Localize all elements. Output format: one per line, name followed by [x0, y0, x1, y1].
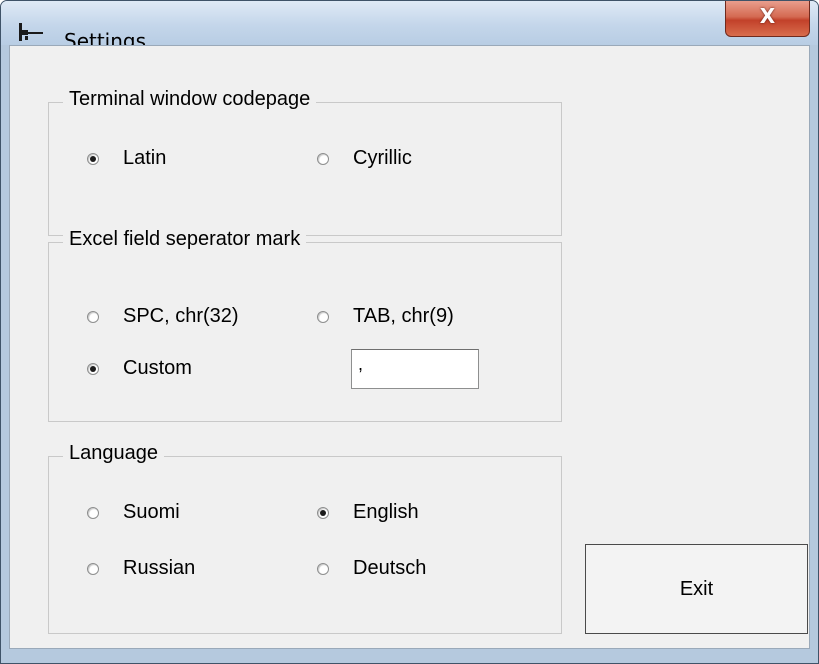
radio-russian-label[interactable]: Russian	[123, 557, 195, 580]
app-icon	[19, 23, 45, 43]
language-group: Language Suomi English Russian Deutsch	[48, 442, 562, 634]
radio-cyrillic-label[interactable]: Cyrillic	[353, 147, 412, 170]
radio-tab-label[interactable]: TAB, chr(9)	[353, 305, 454, 328]
radio-deutsch-indicator[interactable]	[317, 562, 329, 575]
radio-suomi-indicator[interactable]	[87, 506, 99, 519]
radio-deutsch-label[interactable]: Deutsch	[353, 557, 426, 580]
radio-russian[interactable]: Russian	[87, 557, 195, 580]
radio-english-indicator[interactable]	[317, 506, 329, 519]
close-icon: X	[759, 4, 776, 28]
radio-english[interactable]: English	[317, 501, 419, 524]
radio-tab[interactable]: TAB, chr(9)	[317, 305, 454, 328]
excel-separator-group: Excel field seperator mark SPC, chr(32) …	[48, 228, 562, 422]
radio-suomi-label[interactable]: Suomi	[123, 501, 180, 524]
radio-suomi[interactable]: Suomi	[87, 501, 180, 524]
close-button[interactable]: X	[725, 1, 810, 37]
radio-cyrillic-indicator[interactable]	[317, 152, 329, 165]
terminal-codepage-group: Terminal window codepage Latin Cyrillic	[48, 88, 562, 236]
radio-cyrillic[interactable]: Cyrillic	[317, 147, 412, 170]
radio-custom-indicator[interactable]	[87, 362, 99, 375]
custom-separator-input[interactable]: ,	[351, 349, 479, 389]
title-bar[interactable]: Settings X	[1, 1, 818, 53]
language-legend: Language	[63, 442, 164, 465]
terminal-codepage-legend: Terminal window codepage	[63, 88, 317, 111]
radio-spc[interactable]: SPC, chr(32)	[87, 305, 239, 328]
radio-custom[interactable]: Custom	[87, 357, 192, 380]
radio-tab-indicator[interactable]	[317, 310, 329, 323]
radio-custom-label[interactable]: Custom	[123, 357, 192, 380]
radio-latin-indicator[interactable]	[87, 152, 99, 165]
radio-latin[interactable]: Latin	[87, 147, 166, 170]
radio-deutsch[interactable]: Deutsch	[317, 557, 426, 580]
settings-window: Settings X Terminal window codepage Lati…	[0, 0, 819, 664]
radio-english-label[interactable]: English	[353, 501, 419, 524]
radio-spc-label[interactable]: SPC, chr(32)	[123, 305, 239, 328]
radio-russian-indicator[interactable]	[87, 562, 99, 575]
settings-panel: Terminal window codepage Latin Cyrillic …	[9, 45, 810, 649]
excel-separator-legend: Excel field seperator mark	[63, 228, 307, 251]
radio-latin-label[interactable]: Latin	[123, 147, 166, 170]
radio-spc-indicator[interactable]	[87, 310, 99, 323]
exit-button[interactable]: Exit	[585, 544, 808, 634]
